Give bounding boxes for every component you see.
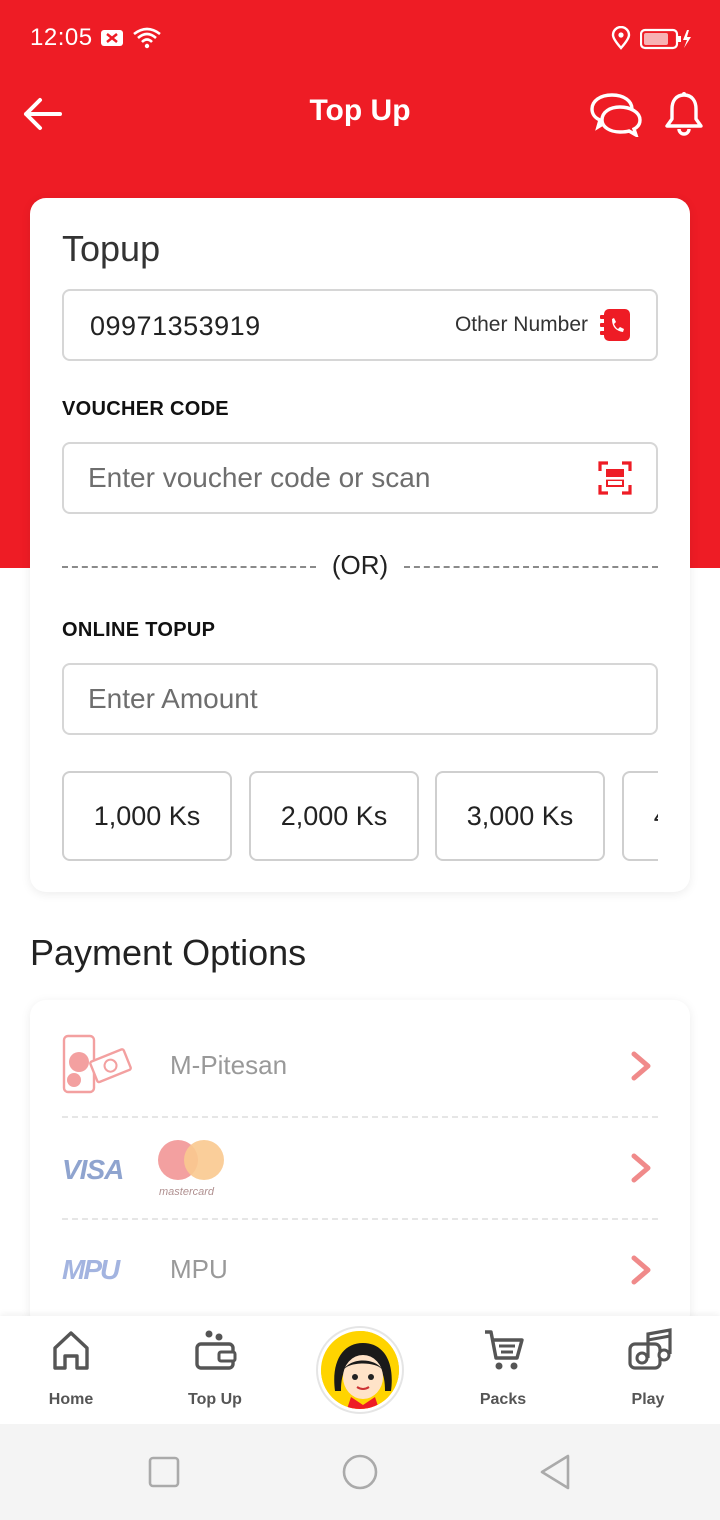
nav-label: Packs [479,1391,527,1408]
bottom-navigation: Home Top Up Packs Play [0,1316,720,1424]
chevron-right-icon [622,1252,658,1288]
location-icon [610,25,632,55]
status-bar: 12:05 [0,0,720,76]
amount-options: 1,000 Ks 2,000 Ks 3,000 Ks 4,000 Ks [62,770,658,862]
voucher-code-input[interactable] [88,458,588,498]
contacts-icon[interactable] [598,307,632,343]
status-time: 12:05 [30,24,93,51]
app-header: Top Up [0,76,720,152]
avatar-mascot[interactable] [318,1328,402,1412]
amount-input[interactable] [88,679,588,719]
amount-option[interactable]: 4,000 Ks [622,771,658,861]
system-navigation-bar [0,1424,720,1520]
dashed-line [404,566,658,568]
music-icon [628,1328,672,1372]
m-pitesan-icon [62,1034,132,1101]
triangle-back-icon [540,1454,570,1490]
m-pitesan-label: M-Pitesan [170,1050,288,1080]
payment-options-card: M-Pitesan VISA mastercard MPU MPU [30,1000,690,1330]
nav-label: Play [631,1391,665,1408]
mpu-logo: MPU [62,1254,120,1285]
online-topup-label: ONLINE TOPUP [62,619,216,641]
nav-label: Top Up [188,1391,242,1408]
payment-options-title: Payment Options [30,932,307,973]
amount-field[interactable] [62,663,658,735]
bell-icon [665,92,703,136]
payment-option-mpu[interactable]: MPU MPU [62,1220,658,1322]
nav-home[interactable]: Home [16,1316,126,1424]
visa-logo: VISA [62,1154,124,1185]
chevron-right-icon [622,1048,658,1084]
payment-option-visa-mastercard[interactable]: VISA mastercard [62,1118,658,1220]
wifi-icon [132,26,162,55]
mpu-label: MPU [170,1254,228,1284]
home-icon [51,1328,91,1372]
amount-option[interactable]: 1,000 Ks [62,771,232,861]
notifications-button[interactable] [656,86,712,142]
chevron-right-icon [622,1150,658,1186]
battery-icon [639,28,692,55]
payment-option-m-pitesan[interactable]: M-Pitesan [62,1016,658,1118]
nav-play[interactable]: Play [593,1316,703,1424]
phone-number-field[interactable]: 09971353919 Other Number [62,289,658,361]
or-divider: (OR) [62,550,658,580]
nav-packs[interactable]: Packs [448,1316,558,1424]
home-system-button[interactable] [340,1452,380,1492]
recent-apps-button[interactable] [144,1452,184,1492]
nav-label: Home [48,1391,94,1408]
phone-number-value: 09971353919 [90,311,261,341]
back-system-button[interactable] [536,1452,576,1492]
topup-card: Topup 09971353919 Other Number VOUCHER C… [30,198,690,892]
other-number-link[interactable]: Other Number [455,313,588,337]
chat-icon [590,93,642,137]
square-icon [148,1456,180,1488]
voucher-code-label: VOUCHER CODE [62,398,229,420]
amount-option[interactable]: 3,000 Ks [435,771,605,861]
mastercard-logo [156,1138,228,1187]
circle-icon [342,1454,378,1490]
wallet-icon [195,1328,237,1372]
cart-icon [483,1328,524,1372]
notification-icon [100,28,126,53]
amount-option[interactable]: 2,000 Ks [249,771,419,861]
mastercard-text: mastercard [159,1186,215,1198]
voucher-code-field[interactable] [62,442,658,514]
scan-icon[interactable] [598,461,632,497]
chat-button[interactable] [588,86,644,142]
nav-top-up[interactable]: Top Up [160,1316,270,1424]
topup-title: Topup [62,228,161,269]
